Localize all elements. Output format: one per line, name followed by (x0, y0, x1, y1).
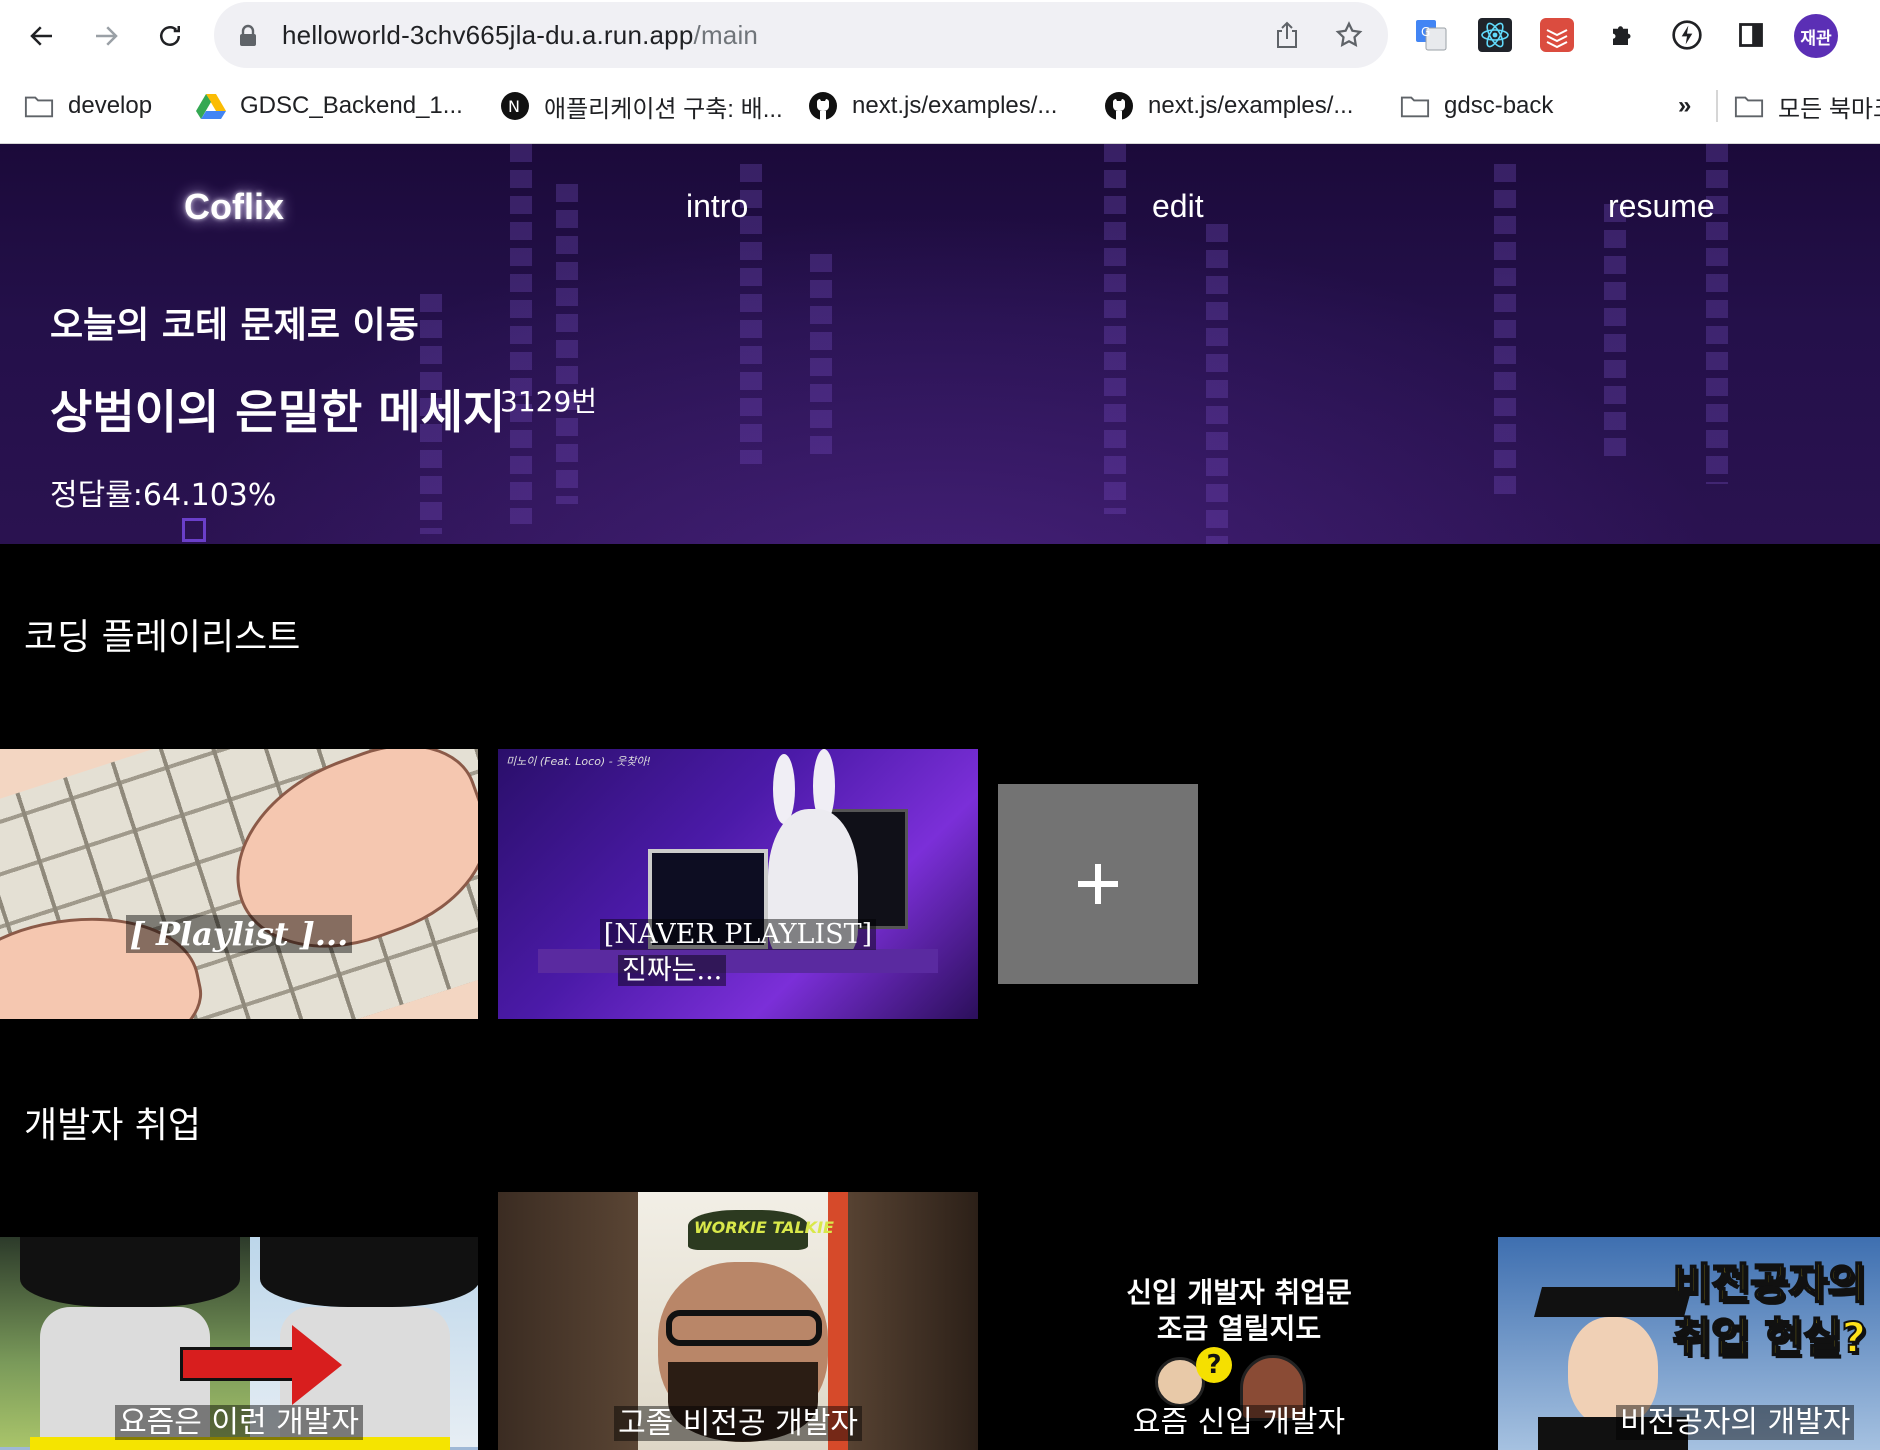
section-title-playlist: 코딩 플레이리스트 (24, 617, 301, 658)
svg-text:G: G (1421, 25, 1430, 39)
browser-chrome: helloworld-3chv665jla-du.a.run.app/main … (0, 0, 1880, 144)
lock-icon (240, 24, 256, 46)
video-caption: [ Playlist ]... (0, 915, 478, 953)
hat-logo-text: WORKIE TALKIE (694, 1218, 834, 1237)
video-card[interactable]: [ Playlist ]... (0, 749, 478, 1019)
video-card[interactable]: 미노이 (Feat. Loco) - 웃찾아! [NAVER PLAYLIST]… (498, 749, 978, 1019)
bookmark-item[interactable]: GDSC_Backend_1... (196, 84, 463, 128)
reload-button[interactable] (148, 14, 192, 58)
github-icon (1104, 91, 1134, 121)
bookmark-star-button[interactable] (1332, 18, 1366, 52)
extensions-button[interactable] (1604, 16, 1642, 54)
bookmark-label: next.js/examples/... (852, 92, 1058, 119)
other-bookmarks[interactable]: 모든 북마크 (1734, 84, 1880, 128)
bookmark-item[interactable]: next.js/examples/... (808, 84, 1057, 128)
brand-logo[interactable]: Coflix (184, 186, 284, 228)
hero-banner: Coflix intro edit resume 오늘의 코테 문제로 이동 상… (0, 144, 1880, 544)
back-button[interactable] (20, 14, 64, 58)
section-title-jobs: 개발자 취업 (24, 1105, 202, 1146)
accuracy-label: 정답률: (50, 478, 143, 513)
video-card[interactable]: WORKIE TALKIE 고졸 비전공 개발자 (498, 1192, 978, 1450)
url-host: helloworld-3chv665jla-du.a.run.app (282, 20, 694, 50)
puzzle-icon (1613, 26, 1631, 45)
google-drive-icon (196, 91, 226, 121)
video-caption: [NAVER PLAYLIST] 진짜는... (498, 917, 978, 989)
share-button[interactable] (1270, 18, 1304, 52)
bookmark-item[interactable]: gdsc-back (1400, 84, 1553, 128)
todoist-icon (1540, 18, 1574, 52)
bookmark-label: next.js/examples/... (1148, 92, 1354, 119)
github-icon (808, 91, 838, 121)
video-caption: 고졸 비전공 개발자 (498, 1398, 978, 1442)
url-path: /main (693, 20, 759, 50)
video-card[interactable]: 신입 개발자 취업문 조금 열릴지도 ? 요즘 신입 개발자 (1000, 1237, 1478, 1450)
address-bar[interactable]: helloworld-3chv665jla-du.a.run.app/main (214, 2, 1388, 68)
bookmark-label: GDSC_Backend_1... (240, 92, 463, 119)
video-caption: 비전공자의 개발자 (1498, 1397, 1880, 1441)
performance-extension[interactable] (1668, 16, 1706, 54)
bookmark-item[interactable]: N 애플리케이션 구축: 배... (500, 84, 783, 128)
accuracy-value: 64.103% (142, 478, 277, 513)
bookmark-item[interactable]: next.js/examples/... (1104, 84, 1353, 128)
nav-resume-link[interactable]: resume (1608, 188, 1715, 225)
bookmark-label: 모든 북마크 (1778, 95, 1880, 123)
star-icon (1335, 21, 1363, 47)
browser-toolbar: helloworld-3chv665jla-du.a.run.app/main … (0, 0, 1880, 74)
url-text: helloworld-3chv665jla-du.a.run.app/main (282, 2, 758, 68)
bookmark-label: gdsc-back (1444, 92, 1554, 119)
todoist-extension[interactable] (1538, 16, 1576, 54)
bookmark-item[interactable]: develop (24, 84, 152, 128)
lightning-icon (1672, 20, 1702, 50)
bookmark-label: 애플리케이션 구축: 배... (544, 95, 783, 123)
arrow-right-icon (96, 26, 118, 46)
react-devtools-extension[interactable] (1476, 16, 1514, 54)
notion-icon: N (500, 91, 530, 121)
arrow-left-icon (30, 26, 52, 46)
share-icon (1277, 21, 1297, 48)
plus-icon (1078, 864, 1118, 904)
hero-indicator (182, 518, 206, 542)
svg-text:N: N (508, 97, 520, 116)
bookmarks-divider (1716, 90, 1718, 122)
accuracy-rate: 정답률:64.103% (50, 470, 276, 514)
bookmarks-bar: develop GDSC_Backend_1... N 애플리케이션 구축: 배… (0, 84, 1880, 128)
video-top-label: 미노이 (Feat. Loco) - 웃찾아! (506, 755, 651, 768)
video-caption: 요즘 신입 개발자 (1000, 1397, 1478, 1441)
bookmarks-overflow-button[interactable]: » (1678, 84, 1691, 128)
side-panel-button[interactable] (1732, 16, 1770, 54)
nav-edit-link[interactable]: edit (1152, 188, 1204, 225)
problem-number: 3129번 (500, 385, 598, 418)
bookmark-label: develop (68, 92, 153, 119)
video-headline: 비전공자의 취업 현실? (1671, 1258, 1867, 1363)
folder-icon (1400, 91, 1430, 121)
translate-extension[interactable]: G (1412, 16, 1450, 54)
problem-title[interactable]: 상범이의 은밀한 메세지 (50, 376, 505, 442)
folder-icon (1734, 91, 1764, 121)
google-translate-icon: G (1416, 20, 1447, 51)
today-problem-link[interactable]: 오늘의 코테 문제로 이동 (50, 296, 419, 348)
side-panel-icon (1739, 23, 1763, 47)
page-content: Coflix intro edit resume 오늘의 코테 문제로 이동 상… (0, 144, 1880, 1450)
video-headline: 신입 개발자 취업문 조금 열릴지도 (1126, 1276, 1352, 1345)
graduation-cap-icon (1533, 1287, 1693, 1317)
question-badge: ? (1196, 1347, 1232, 1383)
reload-icon (160, 26, 180, 46)
folder-icon (24, 91, 54, 121)
forward-button[interactable] (84, 14, 128, 58)
video-card[interactable]: 요즘은 이런 개발자 (0, 1237, 478, 1450)
video-caption: 요즘은 이런 개발자 (0, 1397, 478, 1441)
video-card[interactable]: 비전공자의 취업 현실? 비전공자의 개발자 (1498, 1237, 1880, 1450)
red-arrow-graphic (180, 1347, 300, 1381)
add-video-button[interactable] (998, 784, 1198, 984)
profile-avatar[interactable]: 재관 (1794, 14, 1838, 58)
react-icon (1478, 18, 1512, 52)
nav-intro-link[interactable]: intro (686, 188, 748, 225)
